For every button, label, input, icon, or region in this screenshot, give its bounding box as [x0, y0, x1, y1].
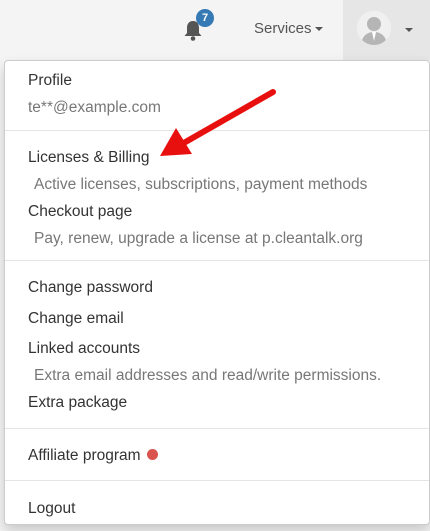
- linked-accounts-description: Extra email addresses and read/write per…: [34, 367, 382, 384]
- caret-down-icon: [314, 27, 323, 32]
- user-menu-toggle[interactable]: [343, 0, 430, 60]
- menu-item-licenses-billing[interactable]: Licenses & Billing: [28, 149, 149, 167]
- menu-divider: [5, 130, 429, 131]
- menu-item-change-password[interactable]: Change password: [28, 279, 153, 297]
- menu-item-affiliate-program[interactable]: Affiliate program: [28, 447, 158, 465]
- services-label: Services: [254, 20, 312, 37]
- checkout-description: Pay, renew, upgrade a license at p.clean…: [34, 230, 363, 247]
- menu-divider: [5, 480, 429, 481]
- licenses-description: Active licenses, subscriptions, payment …: [34, 176, 368, 193]
- menu-item-extra-package[interactable]: Extra package: [28, 394, 127, 412]
- menu-divider: [5, 428, 429, 429]
- menu-item-checkout-page[interactable]: Checkout page: [28, 203, 132, 221]
- caret-down-icon: [405, 28, 413, 32]
- user-dropdown-menu: Profile te**@example.com Licenses & Bill…: [4, 60, 430, 525]
- avatar-icon: [357, 11, 391, 45]
- menu-item-profile[interactable]: Profile: [28, 72, 72, 90]
- menu-item-change-email[interactable]: Change email: [28, 310, 124, 328]
- account-email: te**@example.com: [28, 99, 161, 116]
- affiliate-label: Affiliate program: [28, 447, 141, 464]
- new-indicator-dot: [146, 449, 158, 460]
- top-navbar: 7 Services: [0, 0, 430, 60]
- notification-count-badge[interactable]: 7: [196, 9, 214, 27]
- menu-divider: [5, 260, 429, 261]
- menu-item-linked-accounts[interactable]: Linked accounts: [28, 340, 140, 358]
- services-menu[interactable]: Services: [254, 20, 323, 37]
- menu-item-logout[interactable]: Logout: [28, 500, 75, 518]
